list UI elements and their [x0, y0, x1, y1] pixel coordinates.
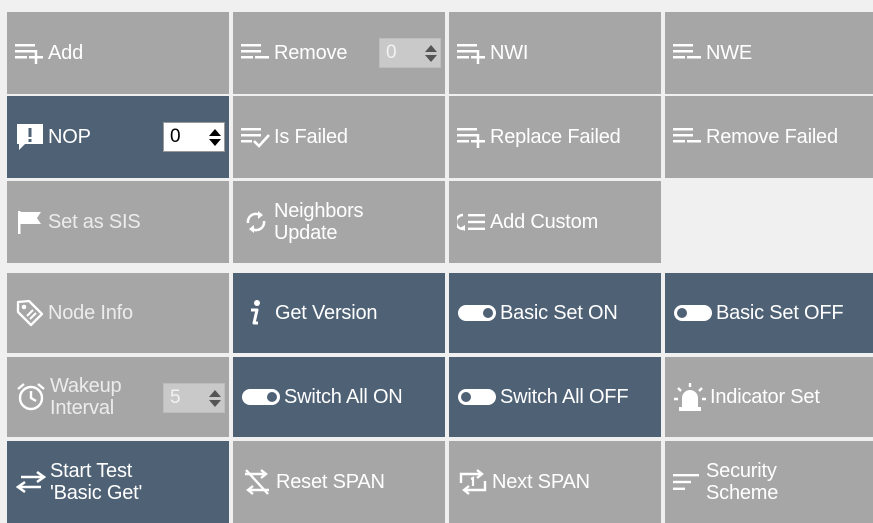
- alert-message-icon: [15, 122, 45, 152]
- remove-list-icon: [673, 42, 703, 64]
- neighbors-update-line2: Update: [274, 222, 338, 244]
- add-list-icon: [457, 126, 487, 148]
- nwe-button[interactable]: NWE: [665, 12, 873, 94]
- next-span-label: Next SPAN: [492, 471, 590, 493]
- add-label: Add: [48, 42, 83, 64]
- wakeup-interval-line2: Interval: [50, 397, 114, 419]
- wakeup-interval-stepper[interactable]: 5: [163, 383, 225, 413]
- toggle-off-icon: [457, 387, 497, 407]
- remove-list-icon: [241, 42, 271, 64]
- neighbors-update-label: Neighbors Update: [274, 200, 364, 244]
- security-scheme-line2: Scheme: [706, 482, 779, 504]
- nop-button[interactable]: NOP 0: [7, 96, 229, 178]
- remove-label: Remove: [274, 42, 348, 64]
- add-custom-button[interactable]: Add Custom: [449, 181, 661, 263]
- swap-arrows-icon: [15, 469, 47, 495]
- node-info-button[interactable]: Node Info: [7, 273, 229, 353]
- stepper-arrows-icon[interactable]: [206, 123, 224, 151]
- start-test-line1: Start Test: [50, 460, 133, 482]
- basic-set-off-button[interactable]: Basic Set OFF: [665, 273, 873, 353]
- check-list-icon: [241, 126, 271, 148]
- siren-icon: [673, 381, 707, 413]
- indicator-set-button[interactable]: Indicator Set: [665, 357, 873, 437]
- basic-set-on-button[interactable]: Basic Set ON: [449, 273, 661, 353]
- basic-set-on-label: Basic Set ON: [500, 302, 618, 324]
- lines-icon: [673, 471, 703, 493]
- refresh-icon: [241, 207, 271, 237]
- switch-all-off-button[interactable]: Switch All OFF: [449, 357, 661, 437]
- start-test-basic-get-button[interactable]: Start Test 'Basic Get': [7, 441, 229, 523]
- security-scheme-label: Security Scheme: [706, 460, 778, 504]
- node-info-label: Node Info: [48, 302, 133, 324]
- add-list-icon: [15, 42, 45, 64]
- remove-button[interactable]: Remove 0: [233, 12, 445, 94]
- next-span-icon: [457, 467, 489, 497]
- switch-all-on-button[interactable]: Switch All ON: [233, 357, 445, 437]
- add-list-icon: [457, 42, 487, 64]
- security-scheme-button[interactable]: Security Scheme: [665, 441, 873, 523]
- add-button[interactable]: Add: [7, 12, 229, 94]
- wakeup-interval-label: Wakeup Interval: [50, 375, 122, 419]
- start-test-line2: 'Basic Get': [50, 482, 143, 504]
- neighbors-update-line1: Neighbors: [274, 200, 364, 222]
- is-failed-label: Is Failed: [274, 126, 348, 148]
- remove-failed-button[interactable]: Remove Failed: [665, 96, 873, 178]
- replace-failed-button[interactable]: Replace Failed: [449, 96, 661, 178]
- nwi-label: NWI: [490, 42, 529, 64]
- get-version-label: Get Version: [275, 302, 378, 324]
- security-scheme-line1: Security: [706, 460, 777, 482]
- toggle-on-icon: [457, 303, 497, 323]
- info-icon: [247, 299, 263, 327]
- stepper-arrows-icon[interactable]: [206, 384, 224, 412]
- toggle-off-icon: [673, 303, 713, 323]
- remove-failed-label: Remove Failed: [706, 126, 838, 148]
- command-toolbar: Add Remove 0 NWI NWE NOP 0 Is Failed Rep…: [0, 0, 873, 523]
- nop-stepper-value: 0: [170, 126, 181, 147]
- reset-span-button[interactable]: Reset SPAN: [233, 441, 445, 523]
- replace-failed-label: Replace Failed: [490, 126, 621, 148]
- start-test-label: Start Test 'Basic Get': [50, 460, 142, 504]
- remove-stepper-value: 0: [386, 42, 397, 63]
- flag-icon: [15, 208, 45, 236]
- toggle-on-icon: [241, 387, 281, 407]
- nop-label: NOP: [48, 126, 91, 148]
- indicator-set-label: Indicator Set: [710, 386, 820, 408]
- remove-stepper[interactable]: 0: [379, 38, 441, 68]
- get-version-button[interactable]: Get Version: [233, 273, 445, 353]
- nwi-button[interactable]: NWI: [449, 12, 661, 94]
- remove-list-icon: [673, 126, 703, 148]
- nwe-label: NWE: [706, 42, 753, 64]
- custom-list-icon: [457, 211, 487, 233]
- wakeup-interval-line1: Wakeup: [50, 375, 122, 397]
- basic-set-off-label: Basic Set OFF: [716, 302, 844, 324]
- is-failed-button[interactable]: Is Failed: [233, 96, 445, 178]
- next-span-button[interactable]: Next SPAN: [449, 441, 661, 523]
- add-custom-label: Add Custom: [490, 211, 599, 233]
- stepper-arrows-icon[interactable]: [422, 39, 440, 67]
- wakeup-interval-stepper-value: 5: [170, 387, 181, 408]
- nop-stepper[interactable]: 0: [163, 122, 225, 152]
- reset-span-label: Reset SPAN: [276, 471, 385, 493]
- reset-span-icon: [241, 467, 273, 497]
- switch-all-on-label: Switch All ON: [284, 386, 403, 408]
- neighbors-update-button[interactable]: Neighbors Update: [233, 181, 445, 263]
- switch-all-off-label: Switch All OFF: [500, 386, 629, 408]
- set-as-sis-button[interactable]: Set as SIS: [7, 181, 229, 263]
- set-as-sis-label: Set as SIS: [48, 211, 141, 233]
- tag-icon: [15, 298, 45, 328]
- wakeup-interval-button[interactable]: Wakeup Interval 5: [7, 357, 229, 437]
- alarm-clock-icon: [15, 381, 47, 413]
